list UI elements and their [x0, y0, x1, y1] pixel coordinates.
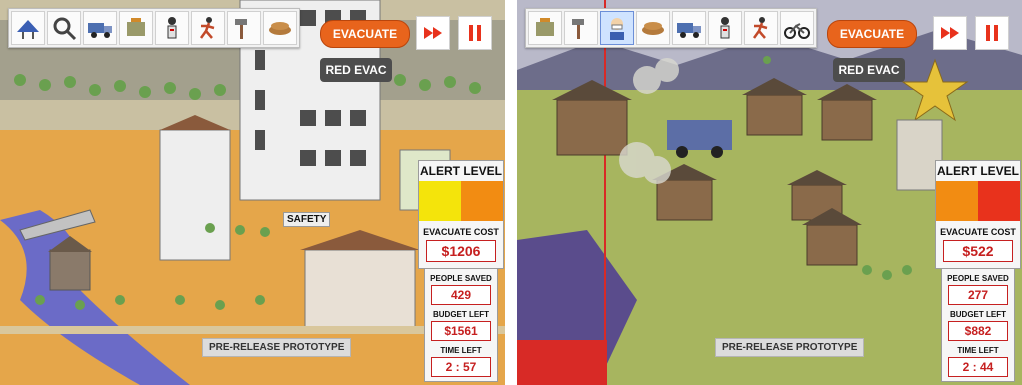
budget-left-label: BUDGET LEFT — [433, 310, 489, 319]
tool-truck[interactable] — [83, 11, 117, 45]
people-saved-label: PEOPLE SAVED — [430, 274, 492, 283]
tool-runner[interactable] — [191, 11, 225, 45]
solar-panel-icon — [17, 20, 39, 39]
pause-icon — [986, 25, 998, 41]
tool-motorbike[interactable] — [780, 11, 814, 45]
fast-forward-icon — [941, 27, 959, 39]
time-left-label: TIME LEFT — [957, 346, 999, 355]
game-screen-right: EVACUATE RED EVAC ALERT LEVEL EVACUATE C… — [517, 0, 1022, 385]
evacuate-button[interactable]: EVACUATE — [827, 20, 917, 48]
generator-icon — [127, 18, 145, 36]
alert-meter-segment — [978, 181, 1020, 221]
runner-icon — [752, 17, 768, 39]
fast-forward-icon — [424, 27, 442, 39]
stats-panel: PEOPLE SAVED 277 BUDGET LEFT $882 TIME L… — [941, 268, 1015, 382]
time-left-label: TIME LEFT — [440, 346, 482, 355]
tool-solar-panel[interactable] — [11, 11, 45, 45]
sandbag-icon — [642, 22, 664, 35]
pause-icon — [469, 25, 481, 41]
time-left-value: 2 : 57 — [431, 357, 491, 377]
prototype-label: PRE-RELEASE PROTOTYPE — [202, 338, 352, 357]
evacuate-cost-value: $1206 — [426, 240, 496, 262]
time-left-value: 2 : 44 — [948, 357, 1008, 377]
tool-hammer[interactable] — [227, 11, 261, 45]
tool-bar — [525, 8, 817, 48]
stats-panel: PEOPLE SAVED 429 BUDGET LEFT $1561 TIME … — [424, 268, 498, 382]
tool-sandbag[interactable] — [263, 11, 297, 45]
budget-left-value: $1561 — [431, 321, 491, 341]
tool-sandbag[interactable] — [636, 11, 670, 45]
alert-meter-segment — [419, 181, 461, 221]
pause-button[interactable] — [975, 16, 1009, 50]
truck-icon — [677, 23, 701, 38]
budget-left-label: BUDGET LEFT — [950, 310, 1006, 319]
evacuate-cost-label: EVACUATE COST — [423, 227, 499, 237]
evacuate-button[interactable]: EVACUATE — [320, 20, 410, 48]
safety-label: SAFETY — [283, 212, 331, 227]
alert-level-title: ALERT LEVEL — [419, 164, 502, 178]
tool-mask-person[interactable] — [600, 11, 634, 45]
red-evac-button[interactable]: RED EVAC — [833, 58, 905, 82]
alert-level-panel: ALERT LEVEL EVACUATE COST $522 — [935, 160, 1021, 269]
motorbike-icon — [784, 23, 810, 39]
people-saved-label: PEOPLE SAVED — [947, 274, 1009, 283]
first-aid-icon — [720, 17, 730, 39]
magnifier-icon — [53, 17, 77, 41]
tool-runner[interactable] — [744, 11, 778, 45]
fast-forward-button[interactable] — [416, 16, 450, 50]
truck-icon — [88, 23, 112, 38]
evacuate-cost-value: $522 — [943, 240, 1013, 262]
game-screen-left: EVACUATE RED EVAC SAFETY ALERT LEVEL EVA… — [0, 0, 505, 385]
tool-first-aid[interactable] — [708, 11, 742, 45]
pause-button[interactable] — [458, 16, 492, 50]
runner-icon — [199, 17, 215, 39]
evacuate-cost-label: EVACUATE COST — [940, 227, 1016, 237]
alert-level-title: ALERT LEVEL — [936, 164, 1019, 178]
tool-truck[interactable] — [672, 11, 706, 45]
hammer-icon — [572, 19, 584, 39]
tool-generator[interactable] — [119, 11, 153, 45]
alert-level-panel: ALERT LEVEL EVACUATE COST $1206 — [418, 160, 504, 269]
alert-meter-segment — [936, 181, 978, 221]
sandbag-icon — [269, 22, 291, 35]
budget-left-value: $882 — [948, 321, 1008, 341]
fast-forward-button[interactable] — [933, 16, 967, 50]
red-evac-button[interactable]: RED EVAC — [320, 58, 392, 82]
tool-bar — [8, 8, 300, 48]
prototype-label: PRE-RELEASE PROTOTYPE — [715, 338, 865, 357]
tool-generator[interactable] — [528, 11, 562, 45]
first-aid-icon — [167, 17, 177, 39]
tool-magnifier[interactable] — [47, 11, 81, 45]
mask-person-icon — [610, 18, 624, 40]
people-saved-value: 429 — [431, 285, 491, 305]
hammer-icon — [235, 19, 247, 39]
alert-level-meter — [419, 181, 503, 221]
tool-first-aid[interactable] — [155, 11, 189, 45]
generator-icon — [536, 18, 554, 36]
people-saved-value: 277 — [948, 285, 1008, 305]
tool-hammer[interactable] — [564, 11, 598, 45]
alert-level-meter — [936, 181, 1020, 221]
alert-meter-segment — [461, 181, 503, 221]
